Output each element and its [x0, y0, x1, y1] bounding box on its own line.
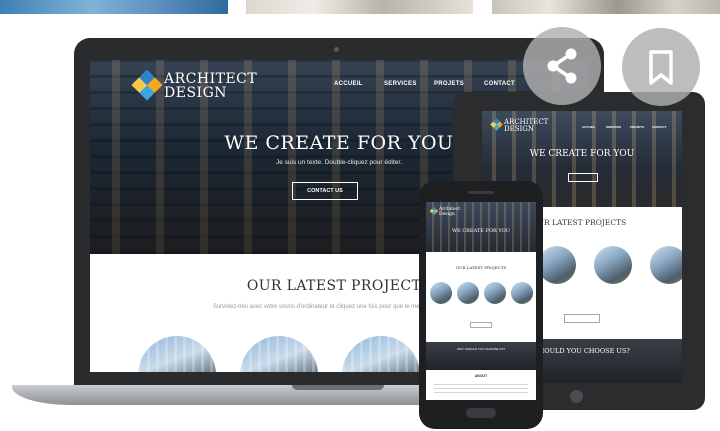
related-image-thumbnail-1[interactable] — [0, 0, 228, 14]
project-thumbnail — [240, 336, 318, 372]
nav-item-accueil: ACCUEIL — [334, 81, 363, 87]
phone-project-thumbnail — [484, 282, 506, 304]
phone-more-button — [470, 322, 492, 328]
phone-home-button — [466, 408, 496, 418]
tablet-project-thumbnail — [594, 246, 632, 284]
tablet-home-button — [570, 390, 583, 403]
phone-project-thumbnail — [430, 282, 452, 304]
nav-item-projets: PROJETS — [434, 81, 465, 87]
share-icon — [547, 48, 577, 84]
phone-screen: Architect Design WE CREATE FOR YOU OUR L… — [426, 202, 536, 400]
phone-project-thumbnail — [457, 282, 479, 304]
bookmark-icon — [649, 50, 673, 85]
tablet-hero-title: WE CREATE FOR YOU — [529, 149, 635, 159]
contact-us-button: CONTACT US — [292, 182, 358, 200]
phone-speaker — [468, 191, 494, 194]
phone-logo-text: Architect Design — [439, 207, 461, 217]
tablet-project-thumbnail — [650, 246, 682, 284]
laptop-camera — [334, 47, 339, 52]
project-thumbnail — [138, 336, 216, 372]
tablet-contact-button — [568, 173, 598, 182]
phone-text-lines — [434, 384, 528, 396]
nav-item-services: SERVICES — [384, 81, 417, 87]
phone-about-title: ABOUT — [474, 374, 488, 378]
tablet-more-button — [564, 314, 600, 323]
phone-hero-title: WE CREATE FOR YOU — [451, 228, 511, 234]
tablet-project-thumbnail — [538, 246, 576, 284]
logo-text: ARCHITECT DESIGN — [164, 71, 258, 101]
share-button[interactable] — [523, 27, 601, 105]
tablet-logo-text: ARCHITECT DESIGN — [504, 118, 549, 133]
phone-projects-title: OUR LATEST PROJECTS — [455, 265, 507, 270]
phone-project-thumbnail — [511, 282, 533, 304]
bookmark-button[interactable] — [622, 28, 700, 106]
phone-why-title: WHY SHOULD YOU CHOOSE US? — [456, 347, 506, 351]
project-thumbnail — [342, 336, 420, 372]
nav-item-contact: CONTACT — [484, 81, 515, 87]
related-image-thumbnail-2[interactable] — [246, 0, 473, 14]
related-image-thumbnail-3[interactable] — [492, 0, 720, 14]
